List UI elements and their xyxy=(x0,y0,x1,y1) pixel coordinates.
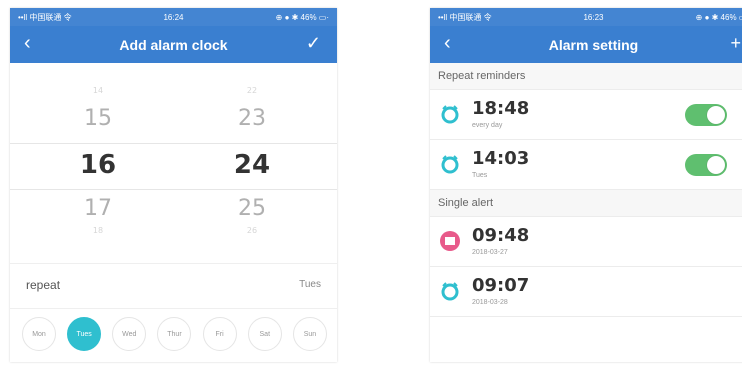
minute-selected: 24 xyxy=(233,150,271,180)
check-icon[interactable]: ✓ xyxy=(306,32,321,54)
chevron-left-icon[interactable]: ‹ xyxy=(444,32,451,54)
hour-far-below: 18 xyxy=(92,226,104,235)
status-bar: ••ll 中国联通 令 16:23 ⊕ ● ✱ 46% ▭· xyxy=(430,8,742,26)
time-picker[interactable]: 14 15 16 17 18 22 23 24 25 26 xyxy=(10,68,337,243)
carrier-signal: ••ll 中国联通 令 xyxy=(438,12,492,22)
hour-far-above: 14 xyxy=(92,86,104,95)
hour-above: 15 xyxy=(84,106,112,131)
alarm-clock-icon xyxy=(440,281,460,301)
nav-bar: ‹ Alarm setting + xyxy=(430,26,742,63)
status-icons: ⊕ ● ✱ 46% ▭· xyxy=(695,12,742,22)
calendar-alert-icon xyxy=(440,231,460,251)
alarm-repeat: Tues xyxy=(472,172,488,179)
section-header-single: Single alert xyxy=(430,190,742,217)
page-title: Alarm setting xyxy=(548,36,639,53)
day-thur-button[interactable]: Thur xyxy=(157,317,192,351)
alarm-date: 2018-03-28 xyxy=(472,299,508,306)
alarm-time: 09:48 xyxy=(472,225,530,246)
day-fri-button[interactable]: Fri xyxy=(202,317,237,351)
hour-selected: 16 xyxy=(79,150,117,180)
status-bar: ••ll 中国联通 令 16:24 ⊕ ● ✱ 46% ▭· xyxy=(10,8,337,26)
add-alarm-screen: ••ll 中国联通 令 16:24 ⊕ ● ✱ 46% ▭· ‹ Add ala… xyxy=(10,8,337,362)
minute-above: 23 xyxy=(238,106,266,131)
alarm-item[interactable]: 09:07 2018-03-28 › xyxy=(430,267,742,317)
day-mon-button[interactable]: Mon xyxy=(22,317,56,351)
alarm-item[interactable]: 18:48 every day › xyxy=(430,90,742,140)
alarm-time: 18:48 xyxy=(472,98,530,119)
nav-bar: ‹ Add alarm clock ✓ xyxy=(10,26,337,63)
page-title: Add alarm clock xyxy=(119,36,228,53)
day-sun-button[interactable]: Sun xyxy=(292,317,327,351)
carrier-signal: ••ll 中国联通 令 xyxy=(18,12,72,22)
minute-far-below: 26 xyxy=(246,226,258,235)
alarm-item[interactable]: 14:03 Tues › xyxy=(430,140,742,190)
status-time: 16:23 xyxy=(583,12,604,22)
alarm-toggle[interactable] xyxy=(685,154,727,176)
plus-icon[interactable]: + xyxy=(730,32,741,54)
weekday-selector: Mon Tues Wed Thur Fri Sat Sun xyxy=(22,317,327,351)
alarm-setting-screen: ••ll 中国联通 令 16:23 ⊕ ● ✱ 46% ▭· ‹ Alarm s… xyxy=(430,8,742,362)
alarm-time: 14:03 xyxy=(472,148,530,169)
alarm-date: 2018-03-27 xyxy=(472,249,508,256)
repeat-row[interactable]: repeat Tues xyxy=(10,263,337,309)
chevron-left-icon[interactable]: ‹ xyxy=(24,32,31,54)
minute-far-above: 22 xyxy=(246,86,258,95)
day-sat-button[interactable]: Sat xyxy=(247,317,282,351)
status-icons: ⊕ ● ✱ 46% ▭· xyxy=(275,12,330,22)
day-wed-button[interactable]: Wed xyxy=(112,317,147,351)
status-time: 16:24 xyxy=(163,12,184,22)
alarm-item[interactable]: 09:48 2018-03-27 › xyxy=(430,217,742,267)
day-tues-button[interactable]: Tues xyxy=(67,317,102,351)
alarm-time: 09:07 xyxy=(472,275,530,296)
minute-below: 25 xyxy=(238,196,266,221)
alarm-repeat: every day xyxy=(472,122,503,129)
repeat-value: Tues xyxy=(299,279,321,290)
alarm-clock-icon xyxy=(440,154,460,174)
section-header-repeat: Repeat reminders xyxy=(430,63,742,90)
alarm-clock-icon xyxy=(440,104,460,124)
hour-below: 17 xyxy=(84,196,112,221)
repeat-label: repeat xyxy=(26,278,61,292)
alarm-toggle[interactable] xyxy=(685,104,727,126)
